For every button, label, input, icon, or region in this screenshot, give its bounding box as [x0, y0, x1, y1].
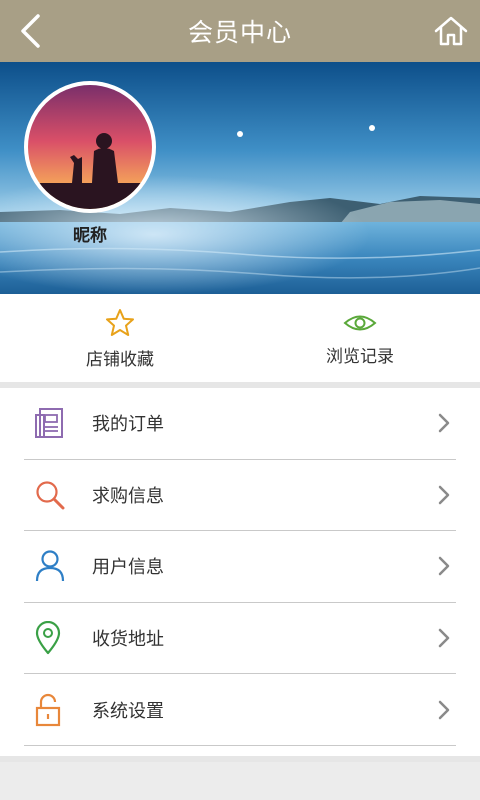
menu-item-label: 系统设置: [92, 700, 164, 722]
unlock-icon: [35, 693, 61, 726]
menu-item-label: 收货地址: [92, 629, 164, 651]
menu-item-label: 用户信息: [92, 557, 164, 579]
user-icon: [35, 550, 65, 582]
avatar-image: [28, 85, 152, 209]
shop-favorites-button[interactable]: 店铺收藏: [0, 294, 240, 382]
browse-history-label: 浏览记录: [326, 346, 394, 367]
star-icon: [106, 308, 134, 336]
home-icon: [434, 16, 468, 46]
bottom-area: [0, 762, 480, 800]
chevron-right-icon: [438, 414, 450, 433]
menu-item-label: 我的订单: [92, 414, 164, 436]
top-bar: 会员中心: [0, 0, 480, 62]
avatar[interactable]: [24, 81, 156, 213]
eye-icon: [343, 315, 377, 330]
home-button[interactable]: [432, 12, 470, 50]
browse-history-button[interactable]: 浏览记录: [240, 294, 480, 382]
menu-list: 我的订单 求购信息 用户信息 收货地址 系统设置: [0, 388, 480, 756]
back-button[interactable]: [12, 10, 48, 52]
order-document-icon: [35, 408, 63, 439]
page-title: 会员中心: [187, 18, 292, 47]
location-pin-icon: [35, 621, 61, 655]
menu-item-user-info[interactable]: 用户信息: [24, 531, 456, 603]
chevron-right-icon: [438, 485, 450, 505]
menu-item-purchase-requests[interactable]: 求购信息: [24, 460, 456, 532]
menu-item-label: 求购信息: [92, 485, 164, 507]
chevron-right-icon: [438, 557, 450, 576]
menu-item-system-settings[interactable]: 系统设置: [24, 674, 456, 746]
chevron-left-icon: [21, 14, 40, 48]
chevron-right-icon: [438, 628, 450, 648]
search-icon: [36, 481, 65, 510]
menu-item-my-orders[interactable]: 我的订单: [24, 388, 456, 460]
chevron-right-icon: [438, 700, 450, 719]
shop-favorites-label: 店铺收藏: [86, 349, 154, 370]
quick-actions: 店铺收藏 浏览记录: [0, 294, 480, 382]
menu-item-shipping-address[interactable]: 收货地址: [24, 603, 456, 675]
nickname-label: 昵称: [73, 226, 107, 246]
